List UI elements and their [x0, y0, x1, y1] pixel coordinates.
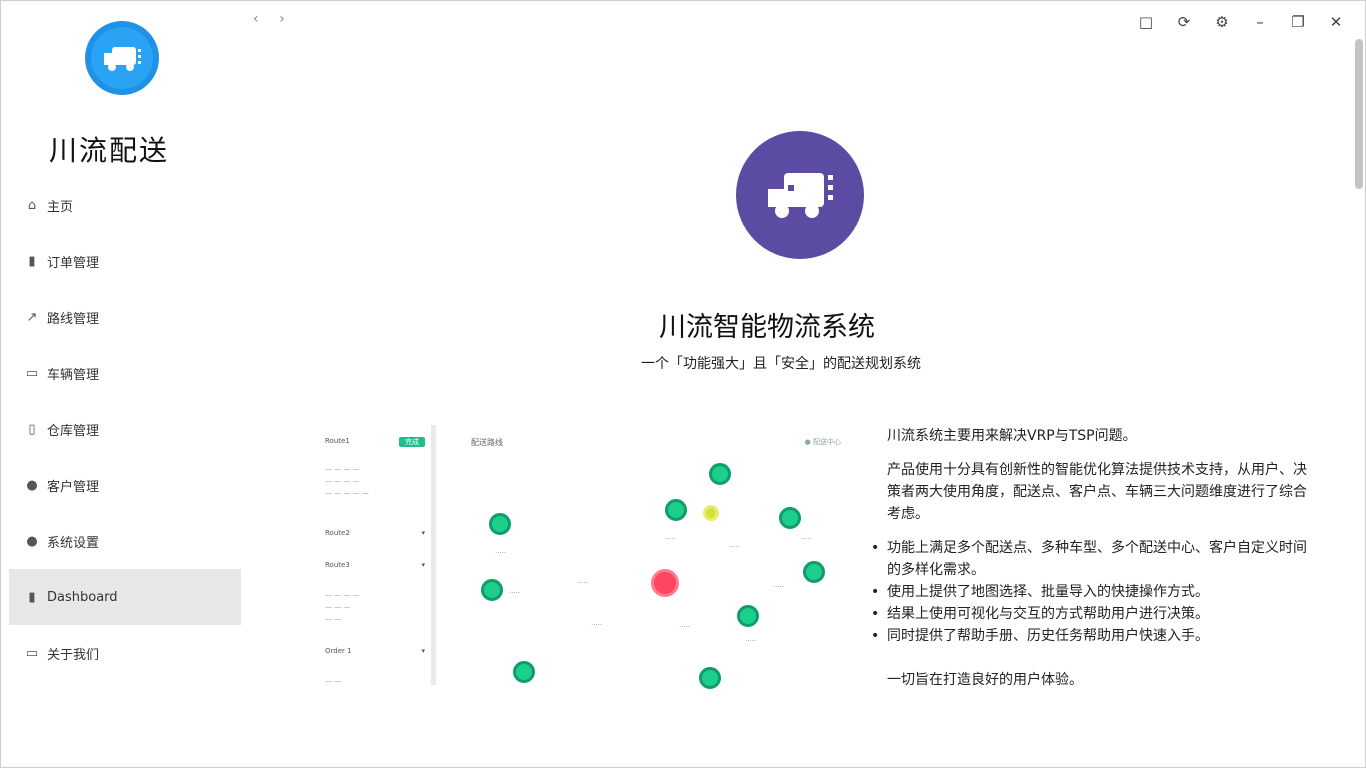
app-logo [85, 21, 159, 95]
preview-route-row: Route1 完成 [325, 437, 425, 447]
product-description: 川流系统主要用来解决VRP与TSP问题。 产品使用十分具有创新性的智能优化算法提… [871, 425, 1317, 691]
sidebar-item-label: 关于我们 [47, 647, 100, 663]
preview-route-row: Route2 ▾ [325, 529, 425, 537]
about-icon: ▭ [25, 645, 39, 661]
map-node-label: ····· [679, 623, 691, 631]
preview-route-label: Route1 [325, 437, 350, 445]
map-node [737, 605, 759, 627]
dashboard-icon: ▮ [28, 589, 36, 605]
preview-route-detail: — — — — [325, 477, 360, 485]
truck-icon: ▭ [25, 365, 39, 381]
description-paragraph: 产品使用十分具有创新性的智能优化算法提供技术支持，从用户、决策者两大使用角度，配… [887, 462, 1307, 522]
preview-route-detail: — — — — [325, 465, 360, 473]
map-node [699, 667, 721, 689]
list-item: 功能上满足多个配送点、多种车型、多个配送中心、客户自定义时间的多样化需求。 [871, 537, 1317, 581]
sidebar-item-home[interactable]: ⌂ 主页 [9, 177, 241, 233]
page-title: 川流智能物流系统 [659, 312, 875, 343]
feature-list: 功能上满足多个配送点、多种车型、多个配送中心、客户自定义时间的多样化需求。 使用… [871, 537, 1317, 647]
map-node-label: ····· [745, 637, 757, 645]
truck-icon [768, 173, 833, 218]
map-node [665, 499, 687, 521]
preview-route-row: Route3 ▾ [325, 561, 425, 569]
sidebar: 川流配送 ⌂ 主页 ▮ 订单管理 ↗ 路线管理 ▭ 车辆管理 ▯ 仓库管理 ● … [1, 1, 243, 767]
scrollbar[interactable] [1355, 39, 1363, 189]
preview-map-title: 配送路线 [471, 438, 503, 447]
sidebar-item-vehicles[interactable]: ▭ 车辆管理 [9, 345, 241, 401]
clipboard-icon: ▯ [28, 421, 36, 437]
preview-route-label: Route3 [325, 561, 350, 569]
list-item: 同时提供了帮助手册、历史任务帮助用户快速入手。 [871, 625, 1317, 647]
map-node-label: ····· [773, 583, 785, 591]
sidebar-item-label: 车辆管理 [47, 367, 100, 383]
status-badge: 完成 [399, 437, 425, 447]
brand-name: 川流配送 [49, 134, 170, 167]
preview-route-detail: — — — — — [325, 489, 369, 497]
sidebar-item-label: 客户管理 [47, 479, 100, 495]
sidebar-item-label: Dashboard [47, 589, 118, 605]
page-subtitle: 一个「功能强大」且「安全」的配送规划系统 [641, 356, 921, 372]
preview-route-detail: — — — — [325, 591, 360, 599]
sidebar-nav: ⌂ 主页 ▮ 订单管理 ↗ 路线管理 ▭ 车辆管理 ▯ 仓库管理 ● 客户管理 [9, 177, 241, 681]
preview-route-detail: — — [325, 677, 342, 685]
map-node-highlight [703, 505, 719, 521]
description-intro: 川流系统主要用来解决VRP与TSP问题。 [887, 428, 1137, 444]
sidebar-item-label: 订单管理 [47, 255, 100, 271]
preview-route-list: Route1 完成 — — — — — — — — — — — — — Rout… [317, 425, 436, 685]
map-node-label: ····· [509, 589, 521, 597]
minimize-icon[interactable]: – [1245, 9, 1275, 35]
sidebar-item-label: 系统设置 [47, 535, 100, 551]
map-node [513, 661, 535, 683]
settings-icon: ● [26, 533, 38, 549]
depot-node [651, 569, 679, 597]
preview-route-label: Route2 [325, 529, 350, 537]
preview-map-legend: ● 配送中心 [804, 438, 841, 446]
bar-chart-icon: ▮ [28, 253, 36, 269]
back-arrow-icon[interactable]: ‹ [253, 11, 259, 27]
preview-map: 配送路线 ● 配送中心 ····· ····· ····· ····· ····… [451, 425, 847, 695]
info-icon: ● [26, 477, 38, 493]
description-closing: 一切旨在打造良好的用户体验。 [887, 672, 1083, 688]
map-node-label: ····· [577, 579, 589, 587]
list-item: 使用上提供了地图选择、批量导入的快捷操作方式。 [871, 581, 1317, 603]
sidebar-item-orders[interactable]: ▮ 订单管理 [9, 233, 241, 289]
map-node [481, 579, 503, 601]
hero-logo [736, 131, 864, 259]
screenshot-icon[interactable]: □ [1131, 9, 1161, 35]
map-node-label: ····· [729, 543, 741, 551]
map-node [803, 561, 825, 583]
sidebar-item-label: 主页 [47, 199, 74, 215]
sidebar-item-label: 仓库管理 [47, 423, 100, 439]
refresh-icon[interactable]: ⟳ [1169, 9, 1199, 35]
map-node [709, 463, 731, 485]
sidebar-item-customers[interactable]: ● 客户管理 [9, 457, 241, 513]
sidebar-item-warehouse[interactable]: ▯ 仓库管理 [9, 401, 241, 457]
sidebar-item-settings[interactable]: ● 系统设置 [9, 513, 241, 569]
truck-icon [104, 47, 141, 71]
map-node-label: ····· [495, 549, 507, 557]
map-node-label: ····· [591, 621, 603, 629]
maximize-icon[interactable]: ❐ [1283, 9, 1313, 35]
map-node [779, 507, 801, 529]
app-window: 川流配送 ⌂ 主页 ▮ 订单管理 ↗ 路线管理 ▭ 车辆管理 ▯ 仓库管理 ● … [0, 0, 1366, 768]
settings-icon[interactable]: ⚙ [1207, 9, 1237, 35]
history-nav: ‹ › [253, 11, 301, 27]
sidebar-item-about[interactable]: ▭ 关于我们 [9, 625, 241, 681]
map-node-label: ····· [665, 535, 677, 543]
forward-arrow-icon[interactable]: › [279, 11, 285, 27]
preview-image: Route1 完成 — — — — — — — — — — — — — Rout… [317, 425, 847, 711]
preview-route-row: Order 1 ▾ [325, 647, 425, 655]
preview-route-label: Order 1 [325, 647, 352, 655]
preview-route-detail: — — [325, 615, 342, 623]
close-icon[interactable]: ✕ [1321, 9, 1351, 35]
window-controls: □ ⟳ ⚙ – ❐ ✕ [1131, 9, 1351, 35]
sidebar-item-dashboard[interactable]: ▮ Dashboard [9, 569, 241, 625]
home-icon: ⌂ [27, 197, 37, 213]
map-node [489, 513, 511, 535]
preview-route-detail: — — — [325, 603, 351, 611]
map-node-label: ····· [801, 535, 813, 543]
list-item: 结果上使用可视化与交互的方式帮助用户进行决策。 [871, 603, 1317, 625]
